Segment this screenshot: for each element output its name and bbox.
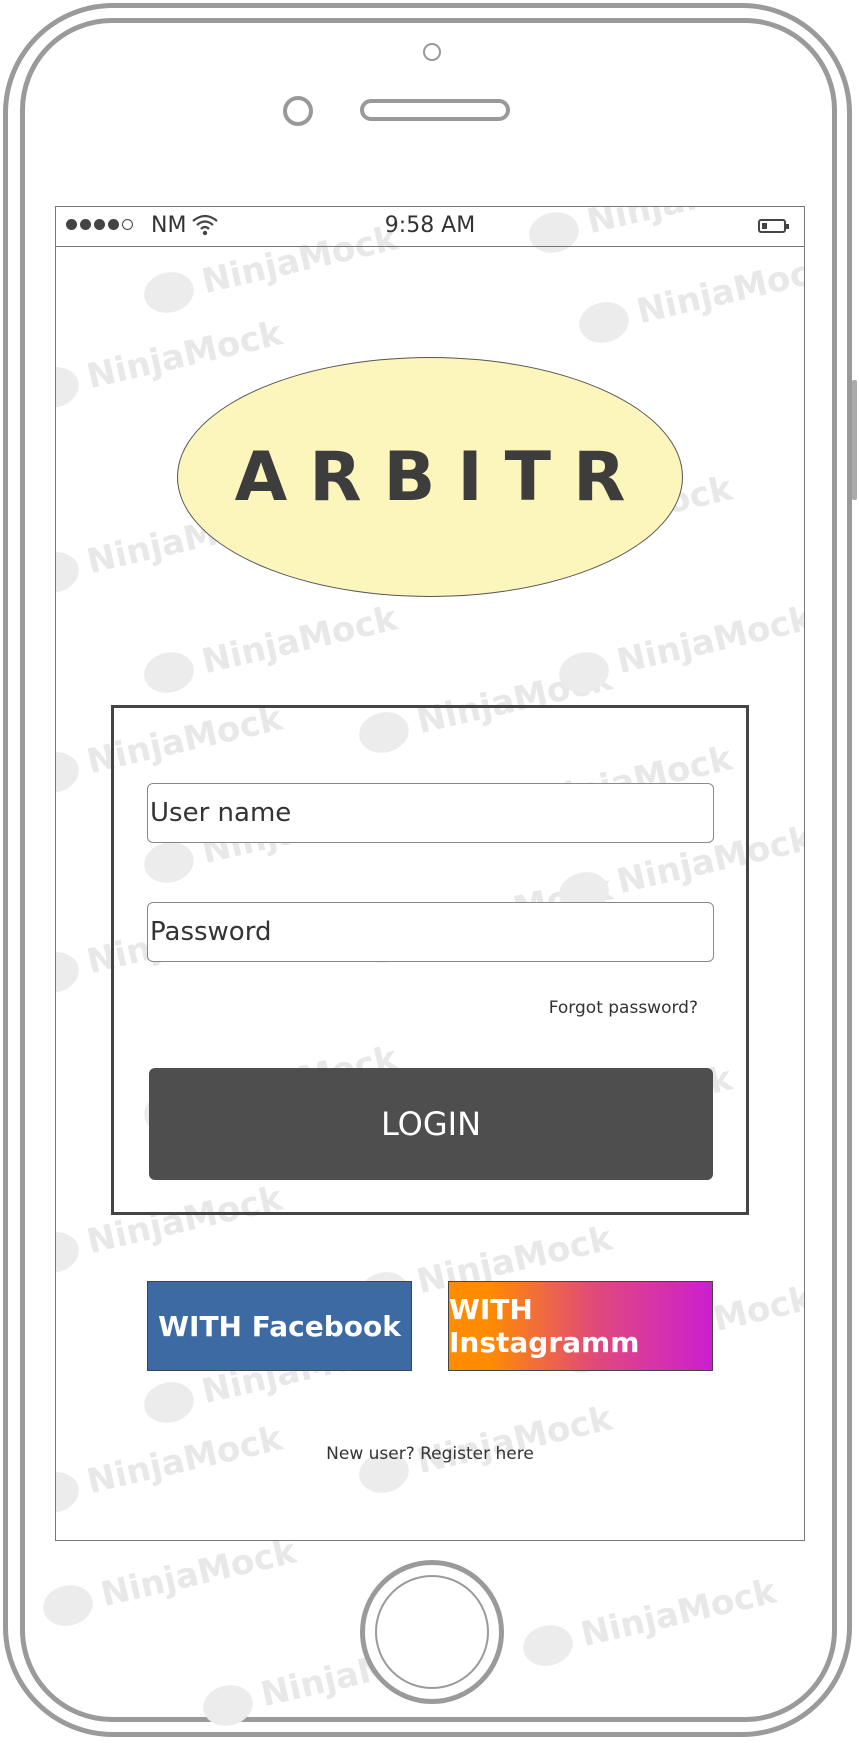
battery-icon <box>758 219 789 233</box>
side-button <box>852 380 857 500</box>
camera-icon <box>423 43 441 61</box>
home-button-ring <box>375 1575 489 1689</box>
instagram-login-button[interactable]: WITH Instagramm <box>448 1281 713 1371</box>
watermark: NinjaMock <box>554 598 804 698</box>
watermark: NinjaMock <box>56 1418 286 1518</box>
password-input[interactable] <box>147 902 714 962</box>
login-form: Forgot password? LOGIN <box>111 705 749 1215</box>
forgot-password-link[interactable]: Forgot password? <box>549 998 698 1018</box>
app-logo: ARBITR <box>177 357 683 597</box>
status-bar: NM 9:58 AM <box>56 207 804 247</box>
login-button[interactable]: LOGIN <box>149 1068 713 1180</box>
speaker-icon <box>360 99 510 121</box>
instagram-login-label: WITH Instagramm <box>449 1293 640 1359</box>
register-link[interactable]: New user? Register here <box>56 1444 804 1464</box>
app-logo-text: ARBITR <box>234 437 648 517</box>
sensor-icon <box>283 96 313 126</box>
username-input[interactable] <box>147 783 714 843</box>
watermark: NinjaMock <box>139 598 402 698</box>
home-button[interactable] <box>360 1560 504 1704</box>
facebook-login-label: WITH Facebook <box>158 1309 401 1343</box>
facebook-login-button[interactable]: WITH Facebook <box>147 1281 412 1371</box>
watermark: NinjaMock <box>574 248 804 348</box>
clock-label: 9:58 AM <box>384 213 476 238</box>
screen: NinjaMock NinjaMock NinjaMock NinjaMock … <box>55 206 805 1541</box>
